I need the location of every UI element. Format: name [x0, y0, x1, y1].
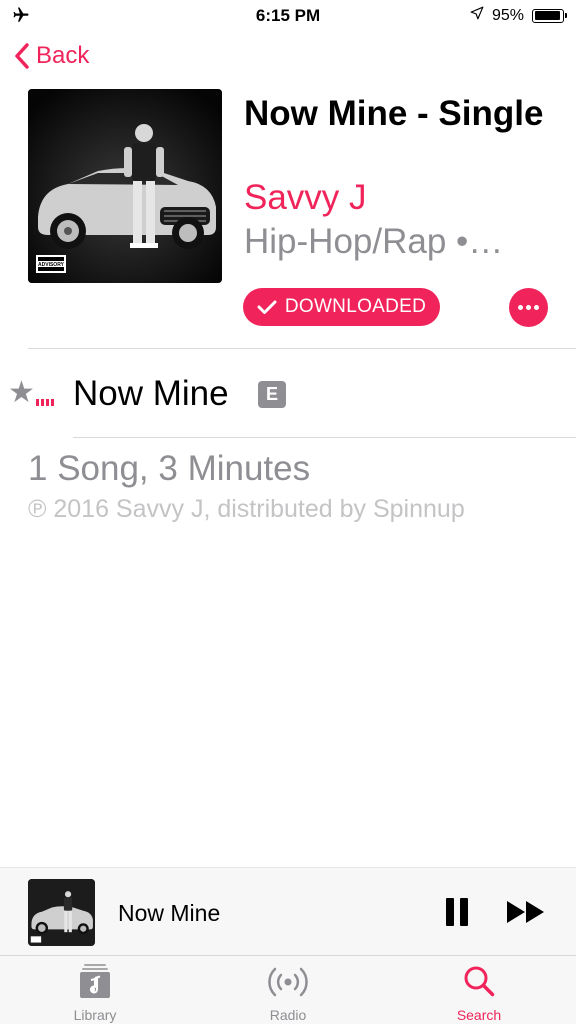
pause-button[interactable] — [446, 898, 472, 926]
divider — [73, 437, 576, 438]
location-arrow-icon — [470, 6, 484, 25]
search-icon — [462, 964, 496, 1005]
fast-forward-icon — [507, 901, 544, 923]
now-playing-star-icon: ★ — [8, 378, 54, 408]
tab-bar: Library Radio Search — [0, 955, 576, 1024]
chevron-left-icon — [15, 43, 29, 69]
battery-percent: 95% — [491, 6, 524, 24]
tab-label: Radio — [269, 1007, 307, 1023]
explicit-badge: E — [258, 381, 286, 408]
downloaded-label: DOWNLOADED — [284, 296, 427, 317]
artist-link[interactable]: Savvy J — [244, 178, 367, 218]
tab-label: Search — [456, 1007, 502, 1023]
tab-search[interactable]: Search — [429, 956, 529, 1024]
track-name: Now Mine — [73, 374, 229, 413]
tab-label: Library — [73, 1007, 117, 1023]
back-button[interactable]: Back — [14, 42, 89, 70]
ellipsis-icon-dot — [526, 305, 531, 310]
track-row[interactable]: ★ Now Mine E — [0, 350, 576, 438]
album-title: Now Mine - Single — [244, 94, 544, 133]
more-options-button[interactable] — [509, 288, 548, 327]
mini-player-artwork[interactable] — [28, 879, 95, 946]
ellipsis-icon-dot — [518, 305, 523, 310]
mini-player-title: Now Mine — [118, 900, 221, 926]
battery-icon — [532, 8, 567, 23]
fast-forward-button[interactable] — [506, 899, 546, 930]
album-summary: 1 Song, 3 Minutes — [28, 449, 311, 488]
divider — [28, 348, 576, 349]
checkmark-icon — [257, 300, 277, 314]
radio-icon — [267, 964, 309, 1005]
battery-fill — [534, 11, 561, 20]
tab-library[interactable]: Library — [45, 956, 145, 1024]
advisory-badge-text: ADVISORY — [38, 262, 65, 268]
downloaded-button[interactable]: DOWNLOADED — [243, 288, 440, 326]
album-artwork[interactable]: ADVISORY — [28, 89, 222, 283]
copyright-text: ℗ 2016 Savvy J, distributed by Spinnup — [28, 495, 465, 523]
back-label: Back — [36, 42, 90, 69]
playing-bars-icon — [35, 399, 54, 406]
tab-radio[interactable]: Radio — [238, 956, 338, 1024]
mini-player[interactable]: Now Mine — [0, 867, 576, 955]
ellipsis-icon-dot — [534, 305, 539, 310]
status-indicators: 95% — [470, 6, 567, 25]
library-icon — [79, 964, 111, 1005]
genre-text: Hip-Hop/Rap •… — [244, 222, 504, 261]
pause-icon-bar — [460, 898, 468, 926]
pause-icon-bar — [446, 898, 454, 926]
status-bar: 6:15 PM 95% — [0, 0, 576, 32]
